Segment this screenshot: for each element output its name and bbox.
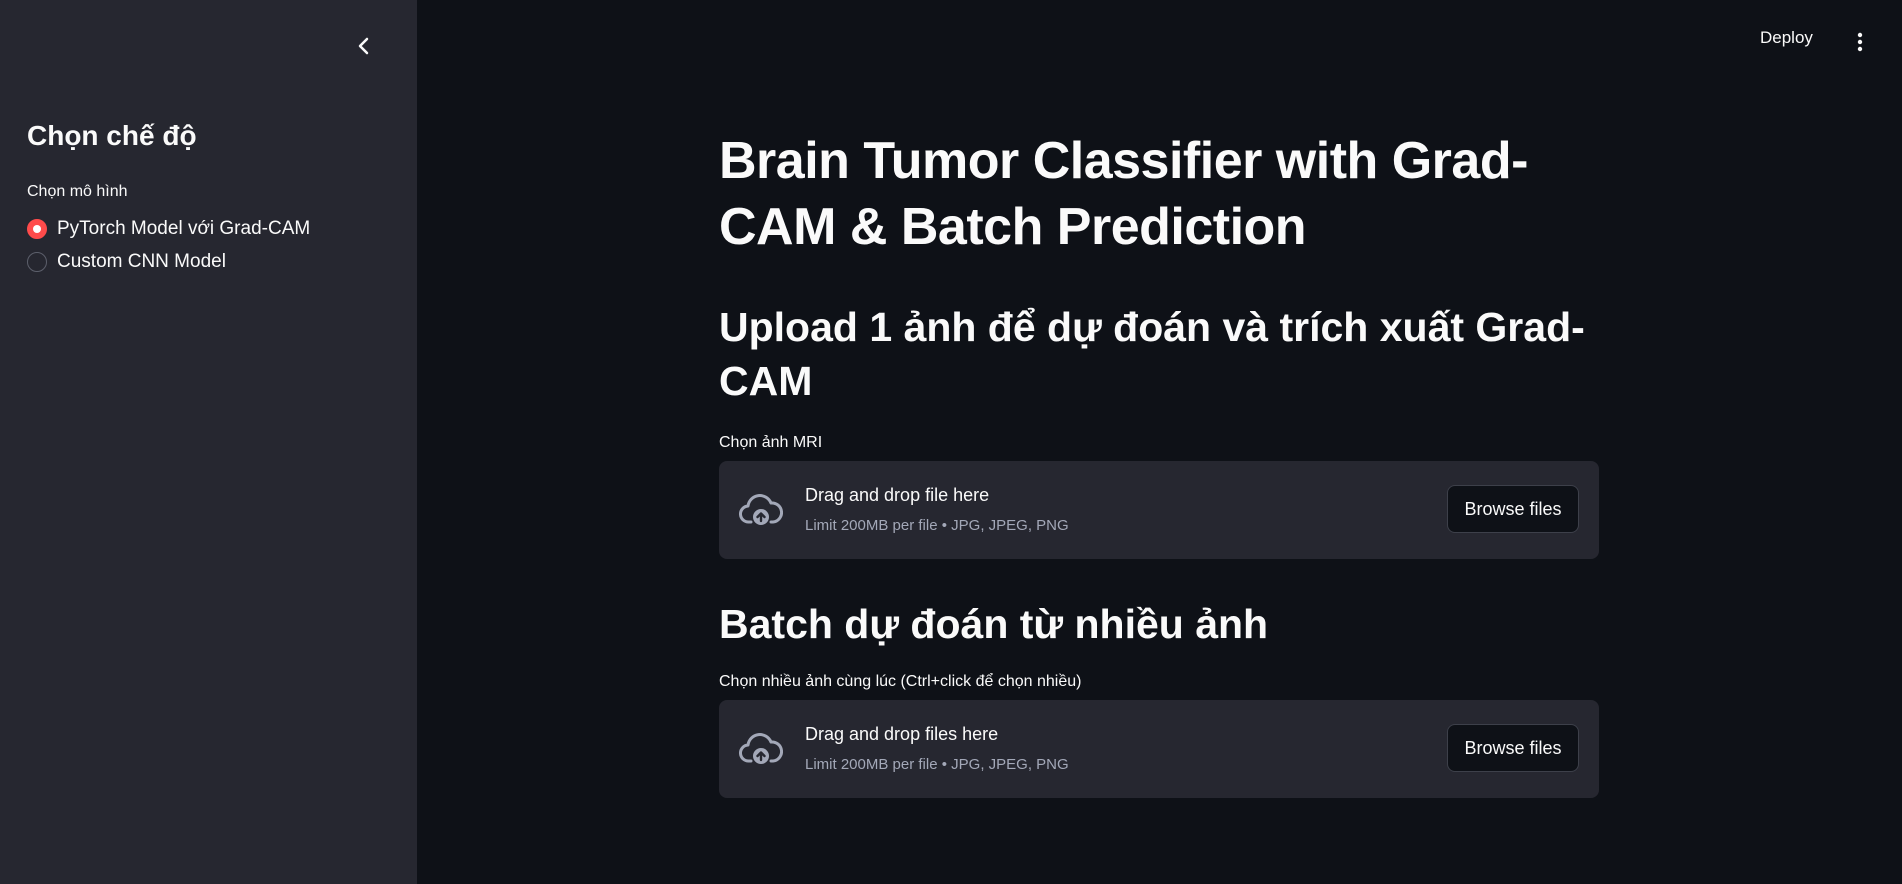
collapse-sidebar-button[interactable]: [352, 34, 376, 58]
browse-files-button[interactable]: Browse files: [1447, 724, 1579, 772]
deploy-button[interactable]: Deploy: [1760, 28, 1813, 48]
vertical-dots-icon: [1857, 32, 1863, 52]
batch-upload-heading: Batch dự đoán từ nhiều ảnh: [719, 601, 1269, 647]
chevron-left-icon: [358, 37, 369, 55]
sidebar: Chọn chế độ Chọn mô hình PyTorch Model v…: [0, 0, 417, 884]
radio-selected-icon[interactable]: [27, 219, 47, 239]
radio-unselected-icon[interactable]: [27, 252, 47, 272]
dropzone-limits: Limit 200MB per file • JPG, JPEG, PNG: [805, 756, 1069, 773]
main-content: Brain Tumor Classifier with Grad-CAM & B…: [719, 128, 1600, 798]
radio-option-custom-cnn[interactable]: Custom CNN Model: [27, 251, 226, 273]
single-upload-label: Chọn ảnh MRI: [719, 434, 823, 451]
single-file-dropzone[interactable]: Drag and drop file here Limit 200MB per …: [719, 461, 1599, 559]
cloud-upload-icon: [739, 733, 783, 764]
batch-files-dropzone[interactable]: Drag and drop files here Limit 200MB per…: [719, 700, 1599, 798]
cloud-upload-icon: [739, 494, 783, 525]
radio-option-pytorch[interactable]: PyTorch Model với Grad-CAM: [27, 218, 310, 240]
dropzone-title: Drag and drop files here: [805, 724, 999, 744]
browse-files-button[interactable]: Browse files: [1447, 485, 1579, 533]
main-menu-button[interactable]: [1850, 28, 1870, 56]
single-upload-heading: Upload 1 ảnh để dự đoán và trích xuất Gr…: [719, 304, 1585, 404]
page-title: Brain Tumor Classifier with Grad-CAM & B…: [719, 132, 1528, 256]
batch-upload-label: Chọn nhiều ảnh cùng lúc (Ctrl+click để c…: [719, 673, 1082, 690]
dropzone-limits: Limit 200MB per file • JPG, JPEG, PNG: [805, 517, 1069, 534]
radio-option-label: Custom CNN Model: [57, 251, 226, 272]
sidebar-title: Chọn chế độ: [27, 120, 197, 151]
model-radio-label: Chọn mô hình: [27, 183, 128, 200]
radio-option-label: PyTorch Model với Grad-CAM: [57, 218, 311, 239]
dropzone-title: Drag and drop file here: [805, 485, 990, 505]
